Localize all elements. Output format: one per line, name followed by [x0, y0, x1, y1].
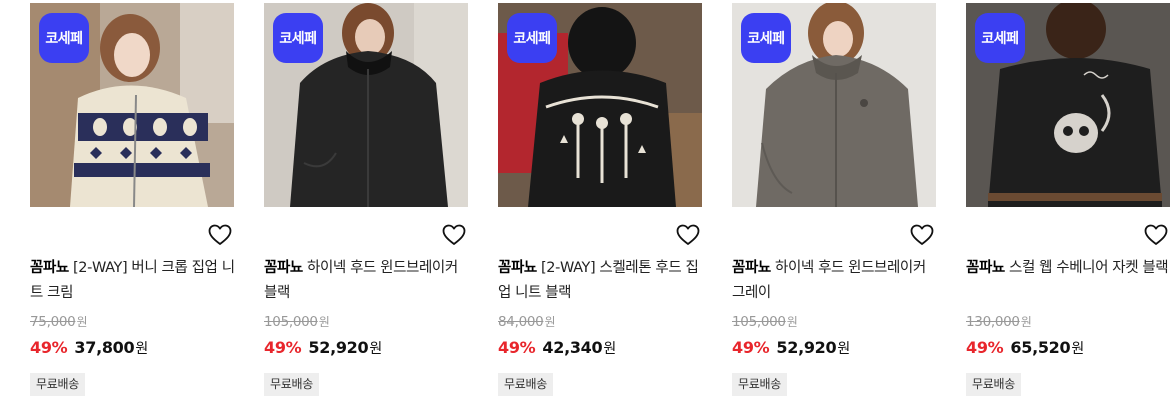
- original-price-value: 84,000: [498, 314, 544, 330]
- sale-price-value: 42,340: [542, 338, 603, 357]
- product-image[interactable]: 코세페: [30, 3, 234, 207]
- product-card[interactable]: 코세페 꼼파뇨 [2-WAY] 스켈레톤 후드 집업 니트 블랙 84,000원…: [498, 3, 702, 396]
- event-badge: 코세페: [273, 13, 323, 63]
- free-shipping-tag: 무료배송: [264, 373, 319, 396]
- sale-price: 49% 65,520원: [966, 338, 1084, 358]
- original-price: 105,000원: [264, 313, 330, 330]
- original-price-value: 105,000: [264, 314, 318, 330]
- sale-price-value: 37,800: [74, 338, 135, 357]
- event-badge: 코세페: [741, 13, 791, 63]
- sale-price: 49% 52,920원: [732, 338, 850, 358]
- sale-price-unit: 원: [837, 341, 850, 357]
- discount-rate: 49%: [498, 338, 536, 357]
- heart-outline-icon[interactable]: [1144, 224, 1168, 246]
- brand-name: 꼼파뇨: [498, 260, 537, 276]
- free-shipping-tag: 무료배송: [30, 373, 85, 396]
- sale-price-unit: 원: [135, 341, 148, 357]
- original-price-value: 75,000: [30, 314, 76, 330]
- free-shipping-tag: 무료배송: [498, 373, 553, 396]
- original-price: 84,000원: [498, 313, 555, 330]
- product-name: 스컬 웹 수베니어 자켓 블랙: [1009, 260, 1169, 276]
- product-image[interactable]: 코세페: [498, 3, 702, 207]
- product-image[interactable]: 코세페: [264, 3, 468, 207]
- product-title[interactable]: 꼼파뇨 [2-WAY] 버니 크롭 집업 니트 크림: [30, 256, 236, 306]
- product-card[interactable]: 코세페 꼼파뇨 [2-WAY] 버니 크롭 집업 니트 크림 75,000원 4…: [30, 3, 235, 396]
- event-badge: 코세페: [507, 13, 557, 63]
- product-image[interactable]: 코세페: [732, 3, 936, 207]
- event-badge: 코세페: [975, 13, 1025, 63]
- free-shipping-tag: 무료배송: [732, 373, 787, 396]
- product-card[interactable]: 코세페 꼼파뇨 하이넥 후드 윈드브레이커 그레이 105,000원 49% 52…: [732, 3, 936, 396]
- sale-price-unit: 원: [369, 341, 382, 357]
- heart-outline-icon[interactable]: [208, 224, 232, 246]
- sale-price: 49% 52,920원: [264, 338, 382, 358]
- sale-price-unit: 원: [1071, 341, 1084, 357]
- original-price-unit: 원: [1020, 315, 1032, 329]
- original-price-unit: 원: [786, 315, 798, 329]
- sale-price-value: 52,920: [776, 338, 837, 357]
- product-title[interactable]: 꼼파뇨 하이넥 후드 윈드브레이커 블랙: [264, 256, 470, 306]
- free-shipping-tag: 무료배송: [966, 373, 1021, 396]
- original-price-unit: 원: [76, 315, 88, 329]
- heart-outline-icon[interactable]: [676, 224, 700, 246]
- original-price-unit: 원: [544, 315, 556, 329]
- original-price: 75,000원: [30, 313, 87, 330]
- sale-price: 49% 42,340원: [498, 338, 616, 358]
- heart-outline-icon[interactable]: [442, 224, 466, 246]
- sale-price-value: 65,520: [1010, 338, 1071, 357]
- brand-name: 꼼파뇨: [30, 260, 69, 276]
- sale-price-unit: 원: [603, 341, 616, 357]
- brand-name: 꼼파뇨: [264, 260, 303, 276]
- heart-outline-icon[interactable]: [910, 224, 934, 246]
- brand-name: 꼼파뇨: [966, 260, 1005, 276]
- original-price-value: 130,000: [966, 314, 1020, 330]
- event-badge: 코세페: [39, 13, 89, 63]
- product-card[interactable]: 코세페 꼼파뇨 스컬 웹 수베니어 자켓 블랙 130,000원 49% 65,5…: [966, 3, 1170, 396]
- discount-rate: 49%: [732, 338, 770, 357]
- original-price: 105,000원: [732, 313, 798, 330]
- discount-rate: 49%: [30, 338, 68, 357]
- product-title[interactable]: 꼼파뇨 스컬 웹 수베니어 자켓 블랙: [966, 256, 1172, 281]
- brand-name: 꼼파뇨: [732, 260, 771, 276]
- original-price: 130,000원: [966, 313, 1032, 330]
- product-list: 코세페 꼼파뇨 [2-WAY] 버니 크롭 집업 니트 크림 75,000원 4…: [0, 0, 1172, 419]
- discount-rate: 49%: [264, 338, 302, 357]
- product-card[interactable]: 코세페 꼼파뇨 하이넥 후드 윈드브레이커 블랙 105,000원 49% 52,…: [264, 3, 468, 396]
- original-price-value: 105,000: [732, 314, 786, 330]
- sale-price: 49% 37,800원: [30, 338, 148, 358]
- sale-price-value: 52,920: [308, 338, 369, 357]
- original-price-unit: 원: [318, 315, 330, 329]
- product-image[interactable]: 코세페: [966, 3, 1170, 207]
- discount-rate: 49%: [966, 338, 1004, 357]
- product-title[interactable]: 꼼파뇨 [2-WAY] 스켈레톤 후드 집업 니트 블랙: [498, 256, 704, 306]
- product-title[interactable]: 꼼파뇨 하이넥 후드 윈드브레이커 그레이: [732, 256, 938, 306]
